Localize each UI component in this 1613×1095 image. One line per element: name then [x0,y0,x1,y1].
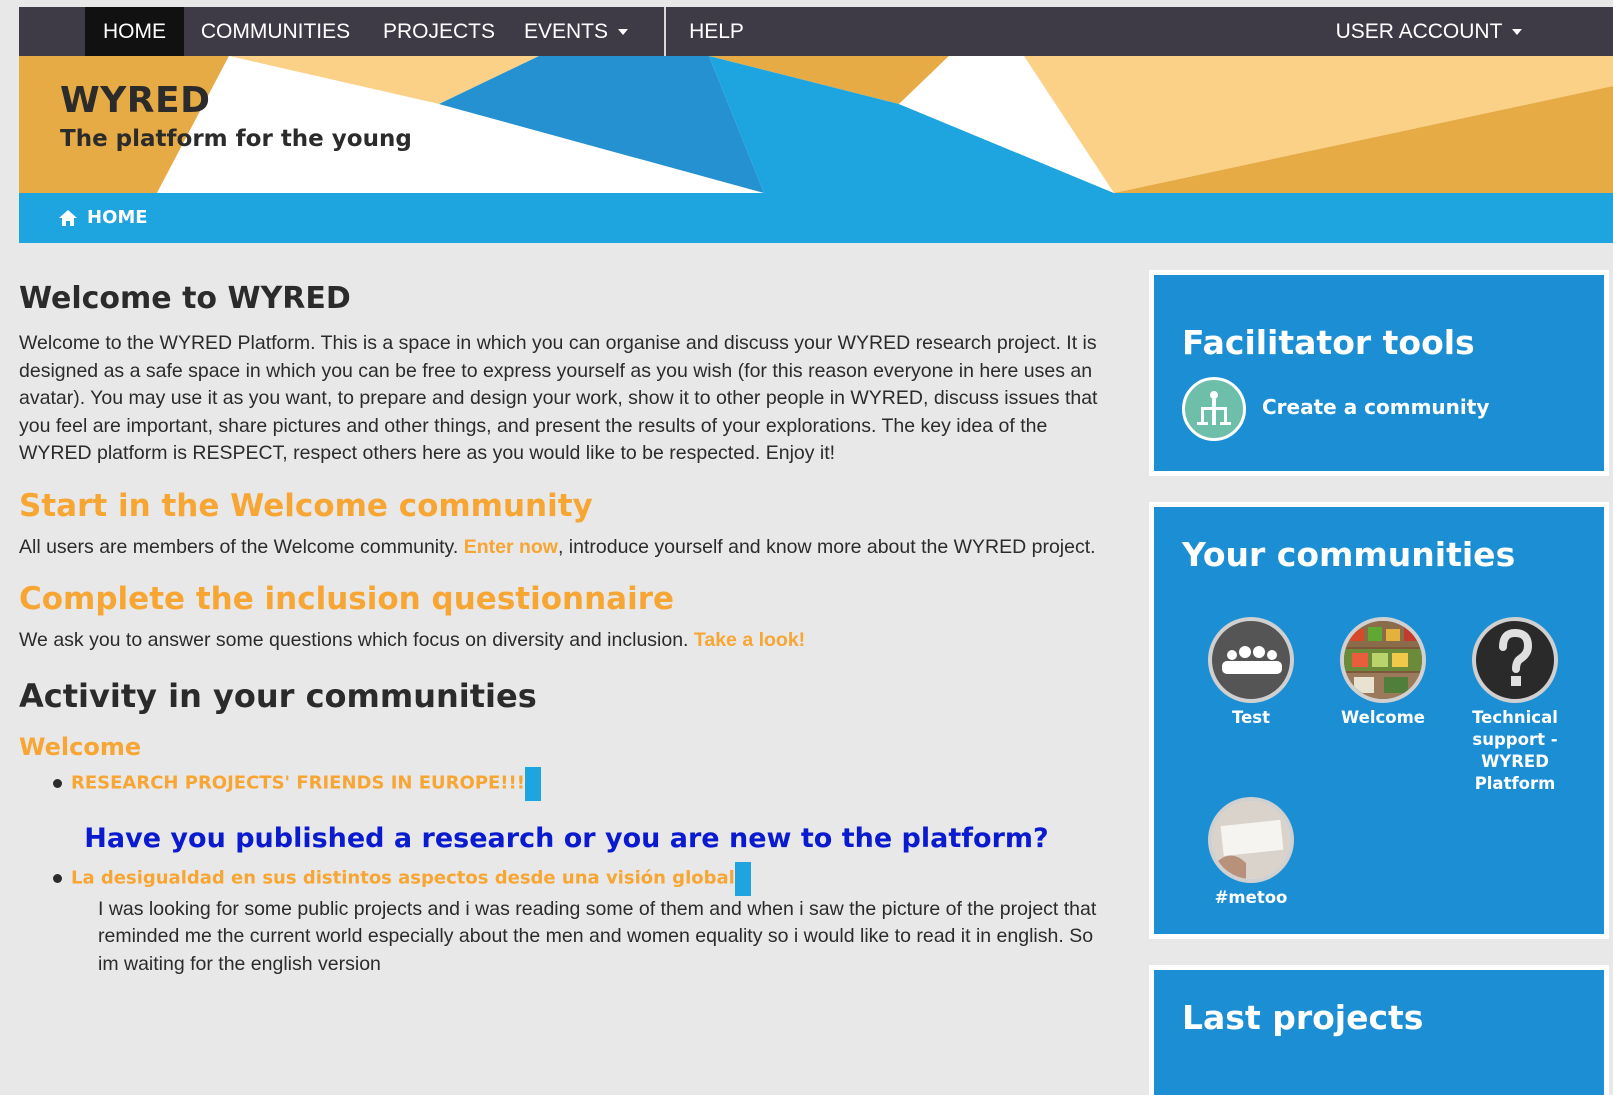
post-title-link[interactable]: La desigualdad en sus distintos aspectos… [71,867,735,888]
community-tile-technical-support[interactable]: Technical support - WYRED Platform [1460,617,1570,795]
group-icon [1208,617,1294,703]
chevron-down-icon [618,29,629,36]
start-text-before: All users are members of the Welcome com… [19,535,464,558]
start-text-after: , introduce yourself and know more about… [557,535,1096,558]
community-tile-welcome[interactable]: Welcome [1328,617,1438,729]
your-communities-panel: Your communities Test Welcome Technical … [1149,502,1609,939]
nav-events-label: EVENTS [523,20,609,43]
start-heading: Start in the Welcome community [19,487,593,524]
page-title: Welcome to WYRED [19,281,351,316]
activity-heading: Activity in your communities [19,676,537,715]
facilitator-tools-panel: Facilitator tools Create a community [1149,270,1609,476]
breadcrumb-home-label: HOME [87,207,148,228]
create-community-label: Create a community [1262,395,1490,419]
last-projects-title: Last projects [1182,998,1424,1037]
question-icon [1472,617,1558,703]
metoo-photo [1208,797,1294,883]
breadcrumb-home[interactable]: HOME [59,193,148,243]
last-projects-panel: Last projects [1149,965,1609,1095]
facilitator-tools-title: Facilitator tools [1182,323,1475,362]
user-account-label: USER ACCOUNT [1335,20,1503,43]
nav-events[interactable]: EVENTS [511,7,641,56]
community-tile-metoo[interactable]: #metoo [1196,797,1306,909]
community-label: #metoo [1214,888,1288,907]
nav-communities[interactable]: COMMUNITIES [184,7,367,56]
community-tile-test[interactable]: Test [1196,617,1306,729]
community-label: Technical support - WYRED Platform [1472,708,1558,793]
nav-help[interactable]: HELP [666,7,767,56]
activity-community-link[interactable]: Welcome [19,733,1114,761]
community-label: Welcome [1341,708,1425,727]
bullet [53,874,62,883]
site-title: WYRED [60,80,211,121]
start-text: All users are members of the Welcome com… [19,534,1114,562]
nav-projects[interactable]: PROJECTS [367,7,511,56]
highlight-marker [734,861,751,896]
list-item: RESEARCH PROJECTS' FRIENDS IN EUROPE!!! … [53,766,1114,854]
bullet [53,779,62,788]
highlight-marker [524,766,541,801]
community-label: Test [1232,708,1270,727]
top-navbar: HOME COMMUNITIES PROJECTS EVENTS HELP US… [19,7,1613,56]
main-content: Welcome to WYRED Welcome to the WYRED Pl… [19,281,1114,978]
questionnaire-text-body: We ask you to answer some questions whic… [19,629,694,651]
banner-triangles-graphic [19,56,1613,193]
market-photo [1340,617,1426,703]
chevron-down-icon [1512,29,1523,36]
list-item: La desigualdad en sus distintos aspectos… [53,861,1114,979]
post-callout: Have you published a research or you are… [84,822,1049,854]
questionnaire-heading: Complete the inclusion questionnaire [19,581,675,617]
take-a-look-link[interactable]: Take a look! [694,629,805,651]
home-icon [59,210,77,226]
site-subtitle: The platform for the young [60,126,412,152]
activity-post-list: RESEARCH PROJECTS' FRIENDS IN EUROPE!!! … [19,766,1114,979]
nav-home[interactable]: HOME [85,7,184,56]
site-banner: WYRED The platform for the young [19,56,1613,193]
community-tree-icon [1182,377,1246,441]
questionnaire-text: We ask you to answer some questions whic… [19,627,1114,655]
post-body: I was looking for some public projects a… [98,897,1097,975]
enter-now-link[interactable]: Enter now [464,536,558,558]
welcome-text: Welcome to the WYRED Platform. This is a… [19,332,1098,464]
post-title-link[interactable]: RESEARCH PROJECTS' FRIENDS IN EUROPE!!! [71,772,525,793]
nav-user-account[interactable]: USER ACCOUNT [1309,7,1549,56]
your-communities-title: Your communities [1182,535,1516,574]
breadcrumb: HOME [19,193,1613,243]
